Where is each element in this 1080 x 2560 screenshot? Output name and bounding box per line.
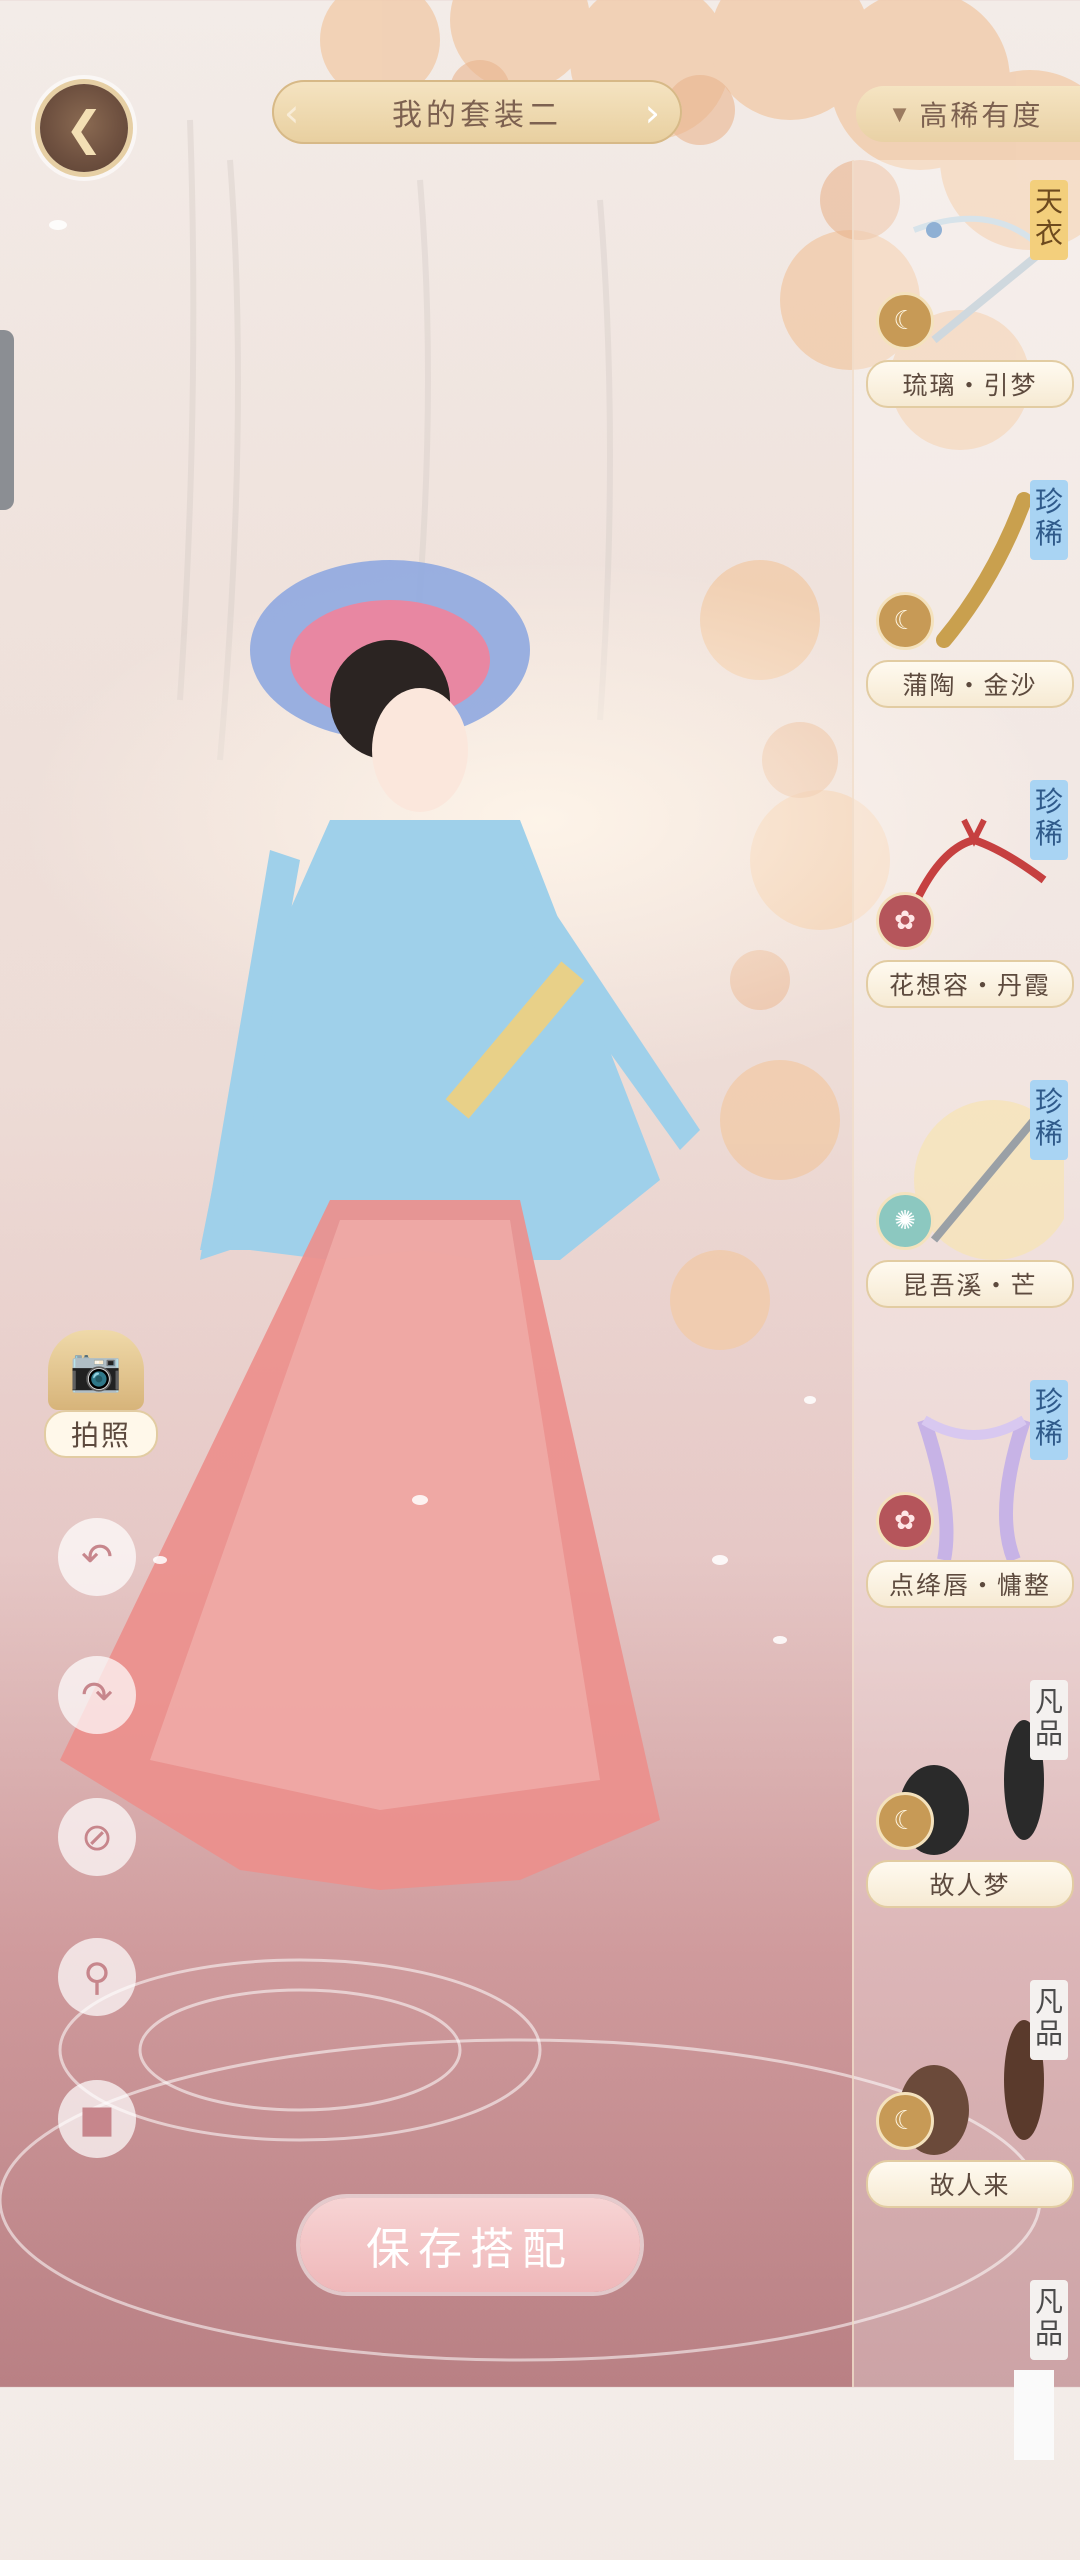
item-name: 故人来 bbox=[866, 2160, 1074, 2208]
moon-badge-icon: ☾ bbox=[876, 292, 934, 350]
rarity-char: 衣 bbox=[1034, 217, 1063, 250]
magnifier-icon: ⚲ bbox=[83, 1955, 111, 1999]
rarity-char: 稀 bbox=[1034, 1117, 1063, 1150]
moon-badge-icon: ☾ bbox=[876, 2092, 934, 2150]
wardrobe-item[interactable]: 天衣 ☾ 琉璃・引梦 bbox=[854, 170, 1080, 460]
side-drawer-handle[interactable] bbox=[0, 330, 14, 510]
rarity-tag: 珍稀 bbox=[1030, 1080, 1068, 1160]
rarity-char: 品 bbox=[1034, 2017, 1063, 2050]
redo-button[interactable]: ↷ bbox=[58, 1656, 136, 1734]
wardrobe-item[interactable]: 珍稀 ☾ 蒲陶・金沙 bbox=[854, 470, 1080, 760]
wardrobe-item[interactable]: 珍稀 ✿ 点绛唇・慵整 bbox=[854, 1370, 1080, 1660]
lotus-badge-icon: ✿ bbox=[876, 892, 934, 950]
trash-icon: ■ bbox=[79, 2097, 115, 2141]
delete-button[interactable]: ■ bbox=[58, 2080, 136, 2158]
lotus-badge-icon: ✿ bbox=[876, 1492, 934, 1550]
wardrobe-item[interactable]: 珍稀 ✿ 花想容・丹霞 bbox=[854, 770, 1080, 1060]
moon-badge-icon: ☾ bbox=[876, 1792, 934, 1850]
item-name: 故人梦 bbox=[866, 1860, 1074, 1908]
moon-badge-icon: ☾ bbox=[876, 592, 934, 650]
wardrobe-item[interactable]: 珍稀 ✺ 昆吾溪・芒 bbox=[854, 1070, 1080, 1360]
rarity-tag: 凡品 bbox=[1030, 1980, 1068, 2060]
item-name: 花想容・丹霞 bbox=[866, 960, 1074, 1008]
outfit-selector[interactable]: ‹ 我的套装二 › bbox=[272, 80, 682, 144]
rarity-char: 珍 bbox=[1034, 485, 1063, 518]
outfit-title: 我的套装二 bbox=[392, 98, 562, 133]
rarity-char: 稀 bbox=[1034, 817, 1063, 850]
item-name: 点绛唇・慵整 bbox=[866, 1560, 1074, 1608]
item-name: 昆吾溪・芒 bbox=[866, 1260, 1074, 1308]
rarity-char: 珍 bbox=[1034, 785, 1063, 818]
wardrobe-item-list[interactable]: 天衣 ☾ 琉璃・引梦珍稀 ☾ 蒲陶・金沙珍稀 ✿ 花想容・丹霞珍稀 ✺ 昆吾溪・芒珍稀 ✿ 点绛唇・… bbox=[852, 160, 1080, 2460]
rarity-char: 稀 bbox=[1034, 517, 1063, 550]
rarity-tag: 凡品 bbox=[1030, 2280, 1068, 2360]
rarity-char: 凡 bbox=[1034, 1985, 1063, 2018]
next-outfit-icon[interactable]: › bbox=[645, 91, 664, 135]
wardrobe-item[interactable]: 凡品 ☾ 故人来 bbox=[854, 1970, 1080, 2260]
redo-icon: ↷ bbox=[81, 1673, 113, 1717]
rarity-char: 品 bbox=[1034, 2317, 1063, 2350]
rarity-char: 品 bbox=[1034, 1717, 1063, 1750]
rarity-char: 珍 bbox=[1034, 1085, 1063, 1118]
item-name: 琉璃・引梦 bbox=[866, 360, 1074, 408]
rarity-char: 天 bbox=[1034, 185, 1063, 218]
rarity-tag: 珍稀 bbox=[1030, 480, 1068, 560]
zoom-button[interactable]: ⚲ bbox=[58, 1938, 136, 2016]
rarity-char: 珍 bbox=[1034, 1385, 1063, 1418]
chevron-down-icon: ▼ bbox=[892, 103, 910, 125]
rarity-tag: 珍稀 bbox=[1030, 1380, 1068, 1460]
previous-outfit-icon[interactable]: ‹ bbox=[284, 91, 303, 135]
ban-icon: ⊘ bbox=[81, 1815, 113, 1859]
rarity-char: 凡 bbox=[1034, 2285, 1063, 2318]
rarity-tag: 天衣 bbox=[1030, 180, 1068, 260]
rarity-char: 凡 bbox=[1034, 1685, 1063, 1718]
filter-label: 高稀有度 bbox=[919, 99, 1044, 132]
camera-icon: 📷 bbox=[69, 1345, 123, 1394]
clear-button[interactable]: ⊘ bbox=[58, 1798, 136, 1876]
back-button[interactable]: ❮ bbox=[40, 84, 128, 172]
item-name: 蒲陶・金沙 bbox=[866, 660, 1074, 708]
wind-badge-icon: ✺ bbox=[876, 1192, 934, 1250]
wardrobe-item[interactable]: 凡品 bbox=[854, 2270, 1080, 2560]
undo-button[interactable]: ↶ bbox=[58, 1518, 136, 1596]
camera-button[interactable]: 📷 bbox=[48, 1330, 144, 1410]
undo-icon: ↶ bbox=[81, 1535, 113, 1579]
rarity-tag: 珍稀 bbox=[1030, 780, 1068, 860]
rarity-filter-dropdown[interactable]: ▼ 高稀有度 bbox=[856, 86, 1080, 142]
back-arrow-icon: ❮ bbox=[64, 101, 104, 155]
save-outfit-button[interactable]: 保存搭配 bbox=[300, 2198, 640, 2292]
camera-label[interactable]: 拍照 bbox=[44, 1410, 158, 1458]
rarity-char: 稀 bbox=[1034, 1417, 1063, 1450]
rarity-tag: 凡品 bbox=[1030, 1680, 1068, 1760]
wardrobe-item[interactable]: 凡品 ☾ 故人梦 bbox=[854, 1670, 1080, 1960]
